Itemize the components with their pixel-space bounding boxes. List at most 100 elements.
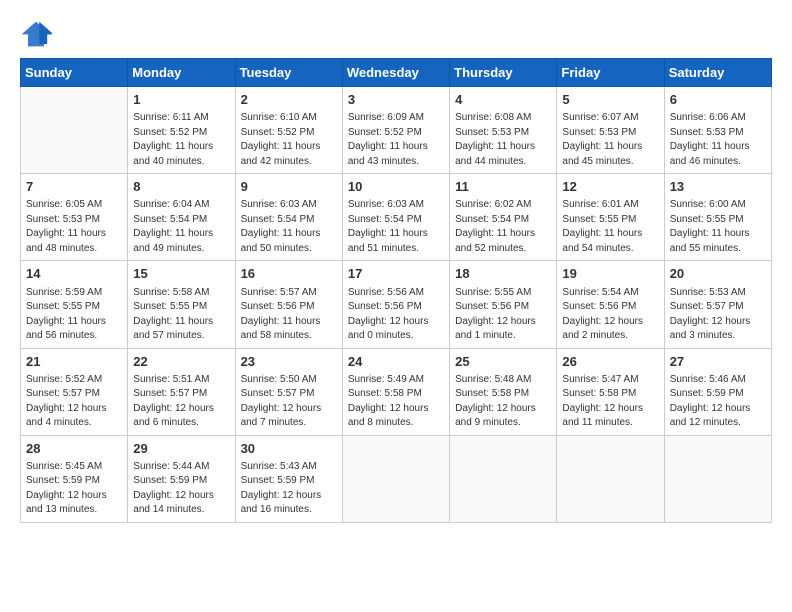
day-number: 2 [241, 91, 337, 109]
day-number: 22 [133, 353, 229, 371]
calendar-cell: 5 Sunrise: 6:07 AMSunset: 5:53 PMDaylight… [557, 87, 664, 174]
day-number: 3 [348, 91, 444, 109]
day-number: 29 [133, 440, 229, 458]
calendar-table: SundayMondayTuesdayWednesdayThursdayFrid… [20, 58, 772, 523]
calendar-cell: 13 Sunrise: 6:00 AMSunset: 5:55 PMDayligh… [664, 174, 771, 261]
day-info: Sunrise: 5:47 AMSunset: 5:58 PMDaylight:… [562, 373, 658, 431]
day-number: 25 [455, 353, 551, 371]
day-number: 10 [348, 178, 444, 196]
day-number: 30 [241, 440, 337, 458]
day-info: Sunrise: 5:59 AMSunset: 5:55 PMDaylight:… [26, 286, 122, 344]
day-info: Sunrise: 5:53 AMSunset: 5:57 PMDaylight:… [670, 286, 766, 344]
day-number: 5 [562, 91, 658, 109]
day-info: Sunrise: 5:46 AMSunset: 5:59 PMDaylight:… [670, 373, 766, 431]
page-header [20, 20, 772, 48]
week-row-1: 1Sunrise: 6:11 AMSunset: 5:52 PMDaylight… [21, 87, 772, 174]
calendar-cell: 3 Sunrise: 6:09 AMSunset: 5:52 PMDaylight… [342, 87, 449, 174]
calendar-cell: 14 Sunrise: 5:59 AMSunset: 5:55 PMDayligh… [21, 261, 128, 348]
day-info: Sunrise: 6:09 AMSunset: 5:52 PMDaylight:… [348, 111, 444, 169]
day-number: 8 [133, 178, 229, 196]
day-info: Sunrise: 6:07 AMSunset: 5:53 PMDaylight:… [562, 111, 658, 169]
day-number: 20 [670, 265, 766, 283]
calendar-cell: 9 Sunrise: 6:03 AMSunset: 5:54 PMDaylight… [235, 174, 342, 261]
day-info: Sunrise: 5:50 AMSunset: 5:57 PMDaylight:… [241, 373, 337, 431]
weekday-header-saturday: Saturday [664, 59, 771, 87]
weekday-header-thursday: Thursday [450, 59, 557, 87]
calendar-cell: 19 Sunrise: 5:54 AMSunset: 5:56 PMDayligh… [557, 261, 664, 348]
calendar-cell: 30Sunrise: 5:43 AMSunset: 5:59 PMDayligh… [235, 435, 342, 522]
day-info: Sunrise: 6:02 AMSunset: 5:54 PMDaylight:… [455, 198, 551, 256]
week-row-2: 7 Sunrise: 6:05 AMSunset: 5:53 PMDaylight… [21, 174, 772, 261]
day-number: 12 [562, 178, 658, 196]
calendar-cell: 28 Sunrise: 5:45 AMSunset: 5:59 PMDayligh… [21, 435, 128, 522]
calendar-cell [21, 87, 128, 174]
day-number: 15 [133, 265, 229, 283]
day-info: Sunrise: 5:44 AMSunset: 5:59 PMDaylight:… [133, 460, 229, 518]
calendar-cell: 23 Sunrise: 5:50 AMSunset: 5:57 PMDayligh… [235, 348, 342, 435]
calendar-cell: 24Sunrise: 5:49 AMSunset: 5:58 PMDayligh… [342, 348, 449, 435]
day-info: Sunrise: 5:49 AMSunset: 5:58 PMDaylight:… [348, 373, 444, 431]
day-number: 6 [670, 91, 766, 109]
day-info: Sunrise: 6:00 AMSunset: 5:55 PMDaylight:… [670, 198, 766, 256]
calendar-cell: 4 Sunrise: 6:08 AMSunset: 5:53 PMDaylight… [450, 87, 557, 174]
day-number: 7 [26, 178, 122, 196]
calendar-cell: 10Sunrise: 6:03 AMSunset: 5:54 PMDayligh… [342, 174, 449, 261]
day-number: 14 [26, 265, 122, 283]
calendar-cell: 11 Sunrise: 6:02 AMSunset: 5:54 PMDayligh… [450, 174, 557, 261]
day-number: 27 [670, 353, 766, 371]
weekday-header-sunday: Sunday [21, 59, 128, 87]
calendar-cell: 26 Sunrise: 5:47 AMSunset: 5:58 PMDayligh… [557, 348, 664, 435]
day-info: Sunrise: 5:52 AMSunset: 5:57 PMDaylight:… [26, 373, 122, 431]
day-info: Sunrise: 5:45 AMSunset: 5:59 PMDaylight:… [26, 460, 122, 518]
day-number: 18 [455, 265, 551, 283]
logo-icon [20, 20, 52, 48]
calendar-cell: 12 Sunrise: 6:01 AMSunset: 5:55 PMDayligh… [557, 174, 664, 261]
day-info: Sunrise: 5:48 AMSunset: 5:58 PMDaylight:… [455, 373, 551, 431]
day-info: Sunrise: 6:10 AMSunset: 5:52 PMDaylight:… [241, 111, 337, 169]
day-number: 9 [241, 178, 337, 196]
day-number: 28 [26, 440, 122, 458]
day-info: Sunrise: 6:01 AMSunset: 5:55 PMDaylight:… [562, 198, 658, 256]
calendar-cell: 27 Sunrise: 5:46 AMSunset: 5:59 PMDayligh… [664, 348, 771, 435]
calendar-cell: 6Sunrise: 6:06 AMSunset: 5:53 PMDaylight… [664, 87, 771, 174]
calendar-cell: 21 Sunrise: 5:52 AMSunset: 5:57 PMDayligh… [21, 348, 128, 435]
week-row-4: 21 Sunrise: 5:52 AMSunset: 5:57 PMDayligh… [21, 348, 772, 435]
calendar-cell [664, 435, 771, 522]
day-number: 16 [241, 265, 337, 283]
calendar-cell: 18 Sunrise: 5:55 AMSunset: 5:56 PMDayligh… [450, 261, 557, 348]
day-info: Sunrise: 6:05 AMSunset: 5:53 PMDaylight:… [26, 198, 122, 256]
day-info: Sunrise: 5:58 AMSunset: 5:55 PMDaylight:… [133, 286, 229, 344]
day-number: 21 [26, 353, 122, 371]
day-number: 4 [455, 91, 551, 109]
day-number: 23 [241, 353, 337, 371]
day-number: 11 [455, 178, 551, 196]
calendar-cell: 29 Sunrise: 5:44 AMSunset: 5:59 PMDayligh… [128, 435, 235, 522]
day-number: 19 [562, 265, 658, 283]
day-info: Sunrise: 6:08 AMSunset: 5:53 PMDaylight:… [455, 111, 551, 169]
day-info: Sunrise: 5:51 AMSunset: 5:57 PMDaylight:… [133, 373, 229, 431]
day-info: Sunrise: 5:56 AMSunset: 5:56 PMDaylight:… [348, 286, 444, 344]
day-number: 1 [133, 91, 229, 109]
week-row-5: 28 Sunrise: 5:45 AMSunset: 5:59 PMDayligh… [21, 435, 772, 522]
day-number: 26 [562, 353, 658, 371]
calendar-cell: 7 Sunrise: 6:05 AMSunset: 5:53 PMDaylight… [21, 174, 128, 261]
day-number: 13 [670, 178, 766, 196]
day-info: Sunrise: 5:55 AMSunset: 5:56 PMDaylight:… [455, 286, 551, 344]
week-row-3: 14 Sunrise: 5:59 AMSunset: 5:55 PMDayligh… [21, 261, 772, 348]
weekday-header-row: SundayMondayTuesdayWednesdayThursdayFrid… [21, 59, 772, 87]
day-info: Sunrise: 5:57 AMSunset: 5:56 PMDaylight:… [241, 286, 337, 344]
calendar-cell [342, 435, 449, 522]
calendar-cell [557, 435, 664, 522]
day-info: Sunrise: 6:04 AMSunset: 5:54 PMDaylight:… [133, 198, 229, 256]
calendar-cell: 20 Sunrise: 5:53 AMSunset: 5:57 PMDayligh… [664, 261, 771, 348]
day-info: Sunrise: 6:03 AMSunset: 5:54 PMDaylight:… [241, 198, 337, 256]
weekday-header-wednesday: Wednesday [342, 59, 449, 87]
logo [20, 20, 56, 48]
calendar-cell: 15 Sunrise: 5:58 AMSunset: 5:55 PMDayligh… [128, 261, 235, 348]
weekday-header-tuesday: Tuesday [235, 59, 342, 87]
day-info: Sunrise: 5:54 AMSunset: 5:56 PMDaylight:… [562, 286, 658, 344]
calendar-cell: 17Sunrise: 5:56 AMSunset: 5:56 PMDayligh… [342, 261, 449, 348]
calendar-cell: 22 Sunrise: 5:51 AMSunset: 5:57 PMDayligh… [128, 348, 235, 435]
weekday-header-monday: Monday [128, 59, 235, 87]
calendar-cell: 25 Sunrise: 5:48 AMSunset: 5:58 PMDayligh… [450, 348, 557, 435]
